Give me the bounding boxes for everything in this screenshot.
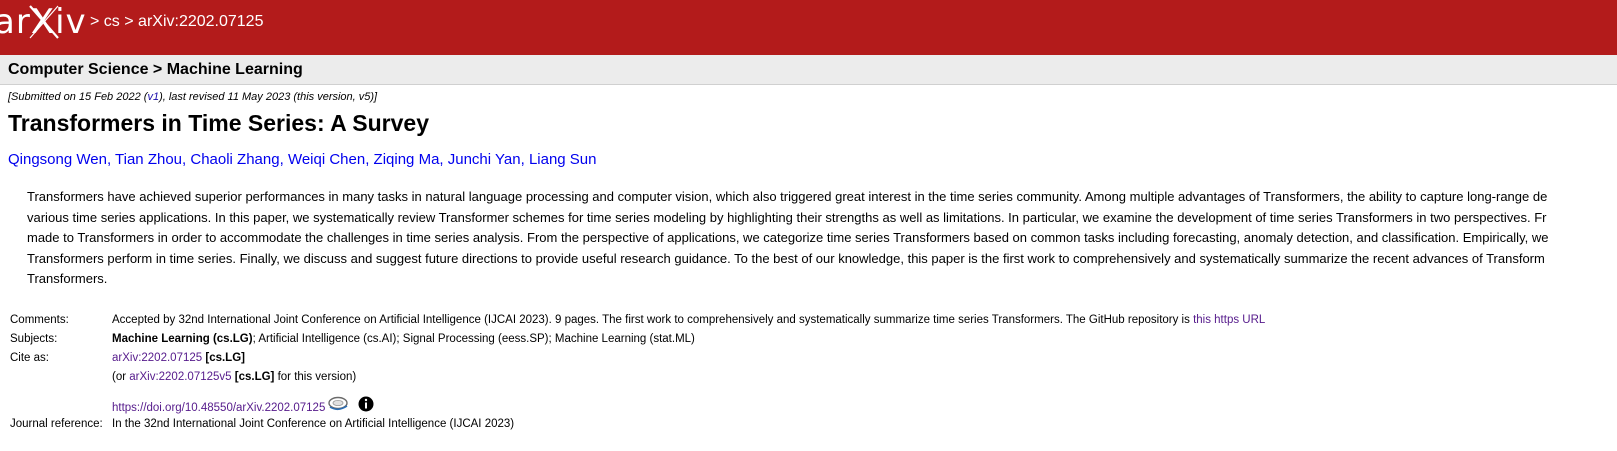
author-separator: , <box>279 151 284 168</box>
journal-ref-value: In the 32nd International Joint Conferen… <box>112 418 515 430</box>
abstract: Transformers have achieved superior perf… <box>27 187 1617 290</box>
author-list: Qingsong Wen, Tian Zhou, Chaoli Zhang, W… <box>8 151 597 169</box>
category-bar: Computer Science > Machine Learning <box>0 55 1617 85</box>
comments-label: Comments: <box>10 314 69 326</box>
author-link[interactable]: Liang Sun <box>529 151 597 168</box>
cite-as-value: arXiv:2202.07125 [cs.LG] <box>112 352 245 364</box>
author-link[interactable]: Chaoli Zhang <box>190 151 279 168</box>
submission-dateline: [Submitted on 15 Feb 2022 (v1), last rev… <box>8 91 378 103</box>
abstract-line: Transformers. <box>27 271 108 286</box>
author-link[interactable]: Junchi Yan <box>448 151 521 168</box>
author-link[interactable]: Weiqi Chen <box>288 151 365 168</box>
doi-link[interactable]: https://doi.org/10.48550/arXiv.2202.0712… <box>112 402 325 414</box>
abstract-line: various time series applications. In thi… <box>27 209 1547 225</box>
info-icon[interactable] <box>357 395 375 413</box>
site-header: arXiv > cs > arXiv:2202.07125 <box>0 0 1617 55</box>
arxiv-version-link[interactable]: arXiv:2202.07125v5 <box>129 371 231 383</box>
breadcrumb-paper-id-link[interactable]: arXiv:2202.07125 <box>138 13 263 30</box>
abstract-line: made to Transformers in order to accommo… <box>27 230 1549 245</box>
author-separator: , <box>439 151 444 168</box>
datacite-icon[interactable] <box>327 395 351 413</box>
primary-subject: Machine Learning (cs.LG) <box>112 333 253 345</box>
github-url-link[interactable]: this https URL <box>1193 314 1265 326</box>
abstract-line: Transformers have achieved superior perf… <box>27 189 1548 204</box>
subjects-label: Subjects: <box>10 333 58 345</box>
category-title: Computer Science > Machine Learning <box>8 61 303 78</box>
journal-ref-label: Journal reference: <box>10 418 103 430</box>
author-separator: , <box>106 151 112 168</box>
paper-title: Transformers in Time Series: A Survey <box>8 110 429 136</box>
cite-version-value: (or arXiv:2202.07125v5 [cs.LG] for this … <box>112 371 357 383</box>
author-link[interactable]: Tian Zhou <box>115 151 182 168</box>
breadcrumb: > cs > arXiv:2202.07125 <box>90 13 264 30</box>
author-link[interactable]: Qingsong Wen <box>8 151 107 168</box>
abstract-line: Transformers perform in time series. Fin… <box>27 250 1545 266</box>
version-v1-link[interactable]: v1 <box>147 91 159 103</box>
breadcrumb-cs-link[interactable]: cs <box>104 13 120 30</box>
arxiv-x-mark-icon <box>29 5 59 39</box>
cite-as-label: Cite as: <box>10 352 49 364</box>
author-separator: , <box>365 151 370 168</box>
arxiv-id-link[interactable]: arXiv:2202.07125 <box>112 352 202 364</box>
author-separator: , <box>182 151 187 168</box>
author-separator: , <box>520 151 525 168</box>
author-link[interactable]: Ziqing Ma <box>374 151 440 168</box>
comments-value: Accepted by 32nd International Joint Con… <box>112 314 1266 326</box>
subjects-value: Machine Learning (cs.LG); Artificial Int… <box>112 333 695 345</box>
